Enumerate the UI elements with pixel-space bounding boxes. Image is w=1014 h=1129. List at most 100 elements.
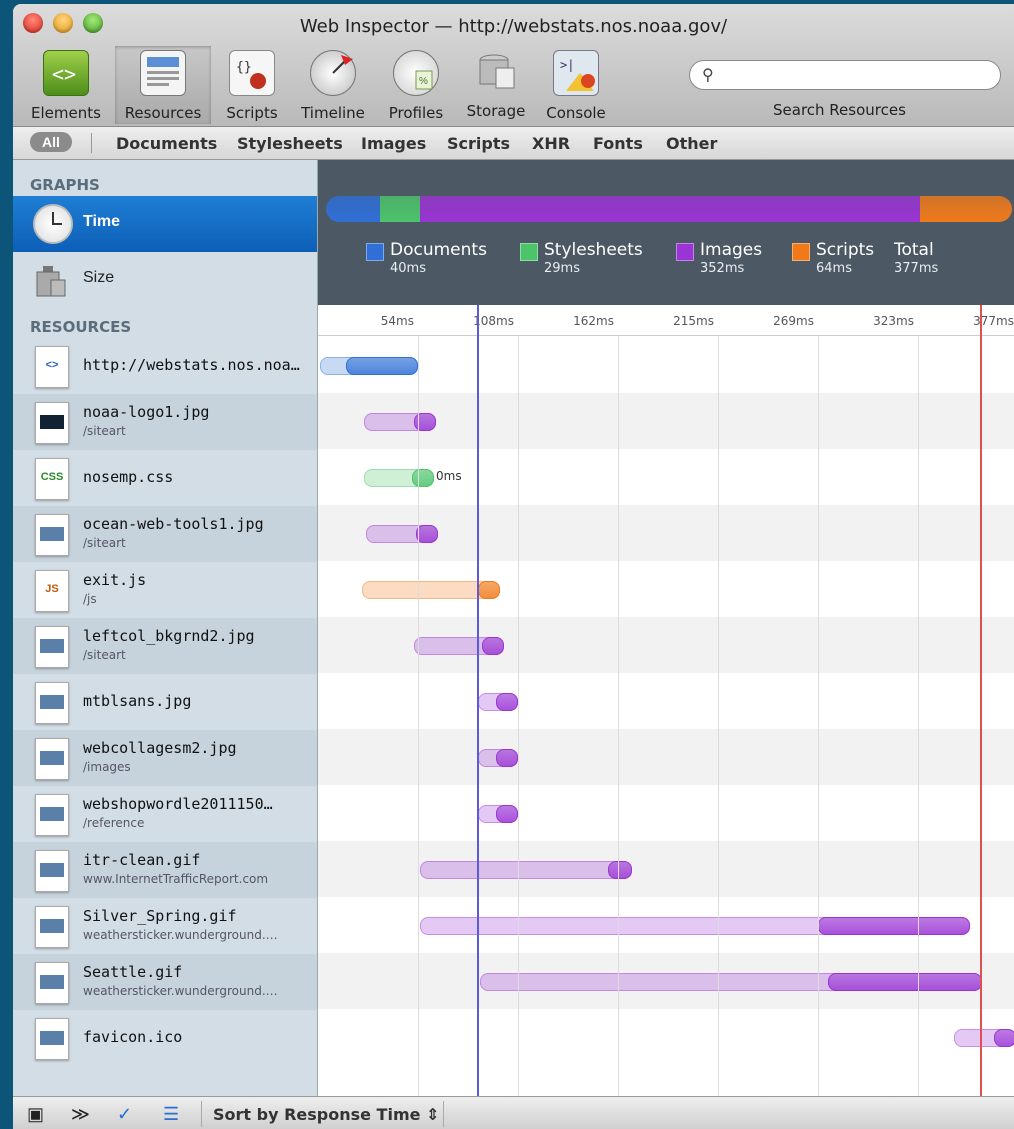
console-icon: >| [553, 50, 599, 96]
profiles-icon: % [393, 50, 439, 96]
resource-item[interactable]: Seattle.gif weathersticker.wunderground.… [13, 954, 317, 1010]
resource-name: ocean-web-tools1.jpg [83, 515, 264, 533]
resource-name: itr-clean.gif [83, 851, 201, 869]
resource-item[interactable]: <> http://webstats.nos.noa… [13, 338, 317, 394]
filter-stylesheets[interactable]: Stylesheets [237, 134, 343, 153]
resource-path: /js [83, 592, 97, 606]
timeline-row[interactable] [318, 673, 1014, 729]
graph-time[interactable]: Time [13, 196, 317, 252]
resource-item[interactable]: webcollagesm2.jpg/images [13, 730, 317, 786]
resource-item[interactable]: favicon.ico [13, 1010, 317, 1066]
filter-scripts[interactable]: Scripts [447, 134, 510, 153]
image-file-icon [35, 850, 69, 892]
dom-content-loaded-line [477, 305, 479, 1096]
summary-time-bar [326, 196, 1012, 222]
filter-xhr[interactable]: XHR [532, 134, 570, 153]
timeline-row[interactable]: 0ms [318, 449, 1014, 505]
resource-name: mtblsans.jpg [83, 692, 192, 710]
ruler-tick: 54ms [380, 314, 414, 328]
resource-item[interactable]: leftcol_bkgrnd2.jpg/siteart [13, 618, 317, 674]
console-toggle-icon[interactable]: ≫ [71, 1104, 90, 1125]
time-ruler: 54ms 108ms 162ms 215ms 269ms 323ms 377ms [318, 305, 1014, 336]
window-title: Web Inspector — http://webstats.nos.noaa… [299, 16, 728, 37]
filter-fonts[interactable]: Fonts [593, 134, 643, 153]
search-field[interactable]: ⚲ [689, 60, 1001, 90]
resource-name: Seattle.gif [83, 963, 183, 981]
resource-name: leftcol_bkgrnd2.jpg [83, 627, 255, 645]
download-bar [412, 469, 434, 487]
image-file-icon [35, 794, 69, 836]
resource-item[interactable]: Silver_Spring.gif weathersticker.wundergr… [13, 898, 317, 954]
list-icon[interactable]: ☰ [163, 1104, 179, 1125]
resource-item[interactable]: itr-clean.gif www.InternetTrafficReport.c… [13, 842, 317, 898]
resource-item[interactable]: ocean-web-tools1.jpg/siteart [13, 506, 317, 562]
sidebar: GRAPHS Time Size RESOURCES <> http://webs… [13, 160, 318, 1096]
svg-text:<>: <> [52, 62, 76, 86]
toolbar-console[interactable]: >| Console [541, 46, 611, 124]
resource-path: /reference [83, 816, 145, 830]
search-input[interactable] [720, 63, 994, 87]
image-file-icon [35, 1018, 69, 1060]
download-bar [346, 357, 418, 375]
resource-name: webshopwordle2011150… [83, 795, 273, 813]
toolbar-resources[interactable]: Resources [115, 46, 211, 124]
status-bar: ▣ ≫ ✓ ☰ Sort by Response Time ⇕ [13, 1096, 1014, 1129]
timeline-row[interactable] [318, 841, 1014, 897]
resources-heading: RESOURCES [30, 318, 132, 336]
summary-graph: Documents 40ms Stylesheets 29ms Images 352ms S… [318, 160, 1014, 305]
download-bar [608, 861, 632, 879]
filter-other[interactable]: Other [666, 134, 717, 153]
download-bar [818, 917, 970, 935]
timeline-row[interactable] [318, 785, 1014, 841]
web-inspector-window: Web Inspector — http://webstats.nos.noaa… [13, 4, 1014, 1129]
timeline-row[interactable] [318, 897, 1014, 953]
timeline-row[interactable] [318, 617, 1014, 673]
timeline-row[interactable] [318, 561, 1014, 617]
download-bar [478, 581, 500, 599]
scripts-icon: {} [229, 50, 275, 96]
legend-name: Stylesheets [544, 240, 643, 260]
timeline-row[interactable] [318, 953, 1014, 1009]
load-event-line [980, 305, 982, 1096]
resources-icon [140, 50, 186, 96]
resource-item[interactable]: JS exit.js/js [13, 562, 317, 618]
checkmark-icon[interactable]: ✓ [117, 1104, 132, 1125]
dock-icon[interactable]: ▣ [27, 1104, 44, 1125]
legend-value: 40ms [390, 261, 426, 276]
timeline-row[interactable] [318, 337, 1014, 393]
legend-swatch [792, 243, 810, 261]
resource-item[interactable]: CSS nosemp.css [13, 450, 317, 506]
toolbar-scripts[interactable]: {} Scripts [219, 46, 285, 124]
graph-size[interactable]: Size [13, 252, 317, 308]
timeline-row[interactable] [318, 729, 1014, 785]
download-bar [496, 805, 518, 823]
filter-separator [91, 133, 92, 153]
timeline-row[interactable] [318, 1009, 1014, 1065]
timeline-row[interactable] [318, 393, 1014, 449]
filter-bar: All Documents Stylesheets Images Scripts… [13, 127, 1014, 160]
resource-path: www.InternetTrafficReport.com [83, 872, 269, 886]
toolbar-storage[interactable]: Storage [461, 46, 531, 124]
timeline-icon [310, 50, 356, 96]
toolbar-timeline[interactable]: Timeline [295, 46, 371, 124]
ruler-tick: 215ms [673, 314, 714, 328]
resource-path: /siteart [83, 424, 126, 438]
filter-documents[interactable]: Documents [116, 134, 217, 153]
image-file-icon [35, 738, 69, 780]
resource-item[interactable]: noaa-logo1.jpg/siteart [13, 394, 317, 450]
toolbar-elements[interactable]: <> Elements [25, 46, 107, 124]
sort-select[interactable]: Sort by Response Time ⇕ [213, 1105, 439, 1124]
ruler-tick: 108ms [473, 314, 514, 328]
resource-path: weathersticker.wunderground.… [83, 928, 278, 942]
resource-item[interactable]: webshopwordle2011150… /reference [13, 786, 317, 842]
download-bar [496, 749, 518, 767]
filter-images[interactable]: Images [361, 134, 426, 153]
css-file-icon: CSS [35, 458, 69, 500]
js-file-icon: JS [35, 570, 69, 612]
timeline-area: 0ms 54ms 108ms 162ms 215ms 269ms 323ms 377ms [318, 305, 1014, 1096]
resource-item[interactable]: mtblsans.jpg [13, 674, 317, 730]
filter-all[interactable]: All [30, 132, 72, 152]
summary-segment [920, 196, 1012, 222]
timeline-row[interactable] [318, 505, 1014, 561]
toolbar-profiles[interactable]: % Profiles [383, 46, 449, 124]
